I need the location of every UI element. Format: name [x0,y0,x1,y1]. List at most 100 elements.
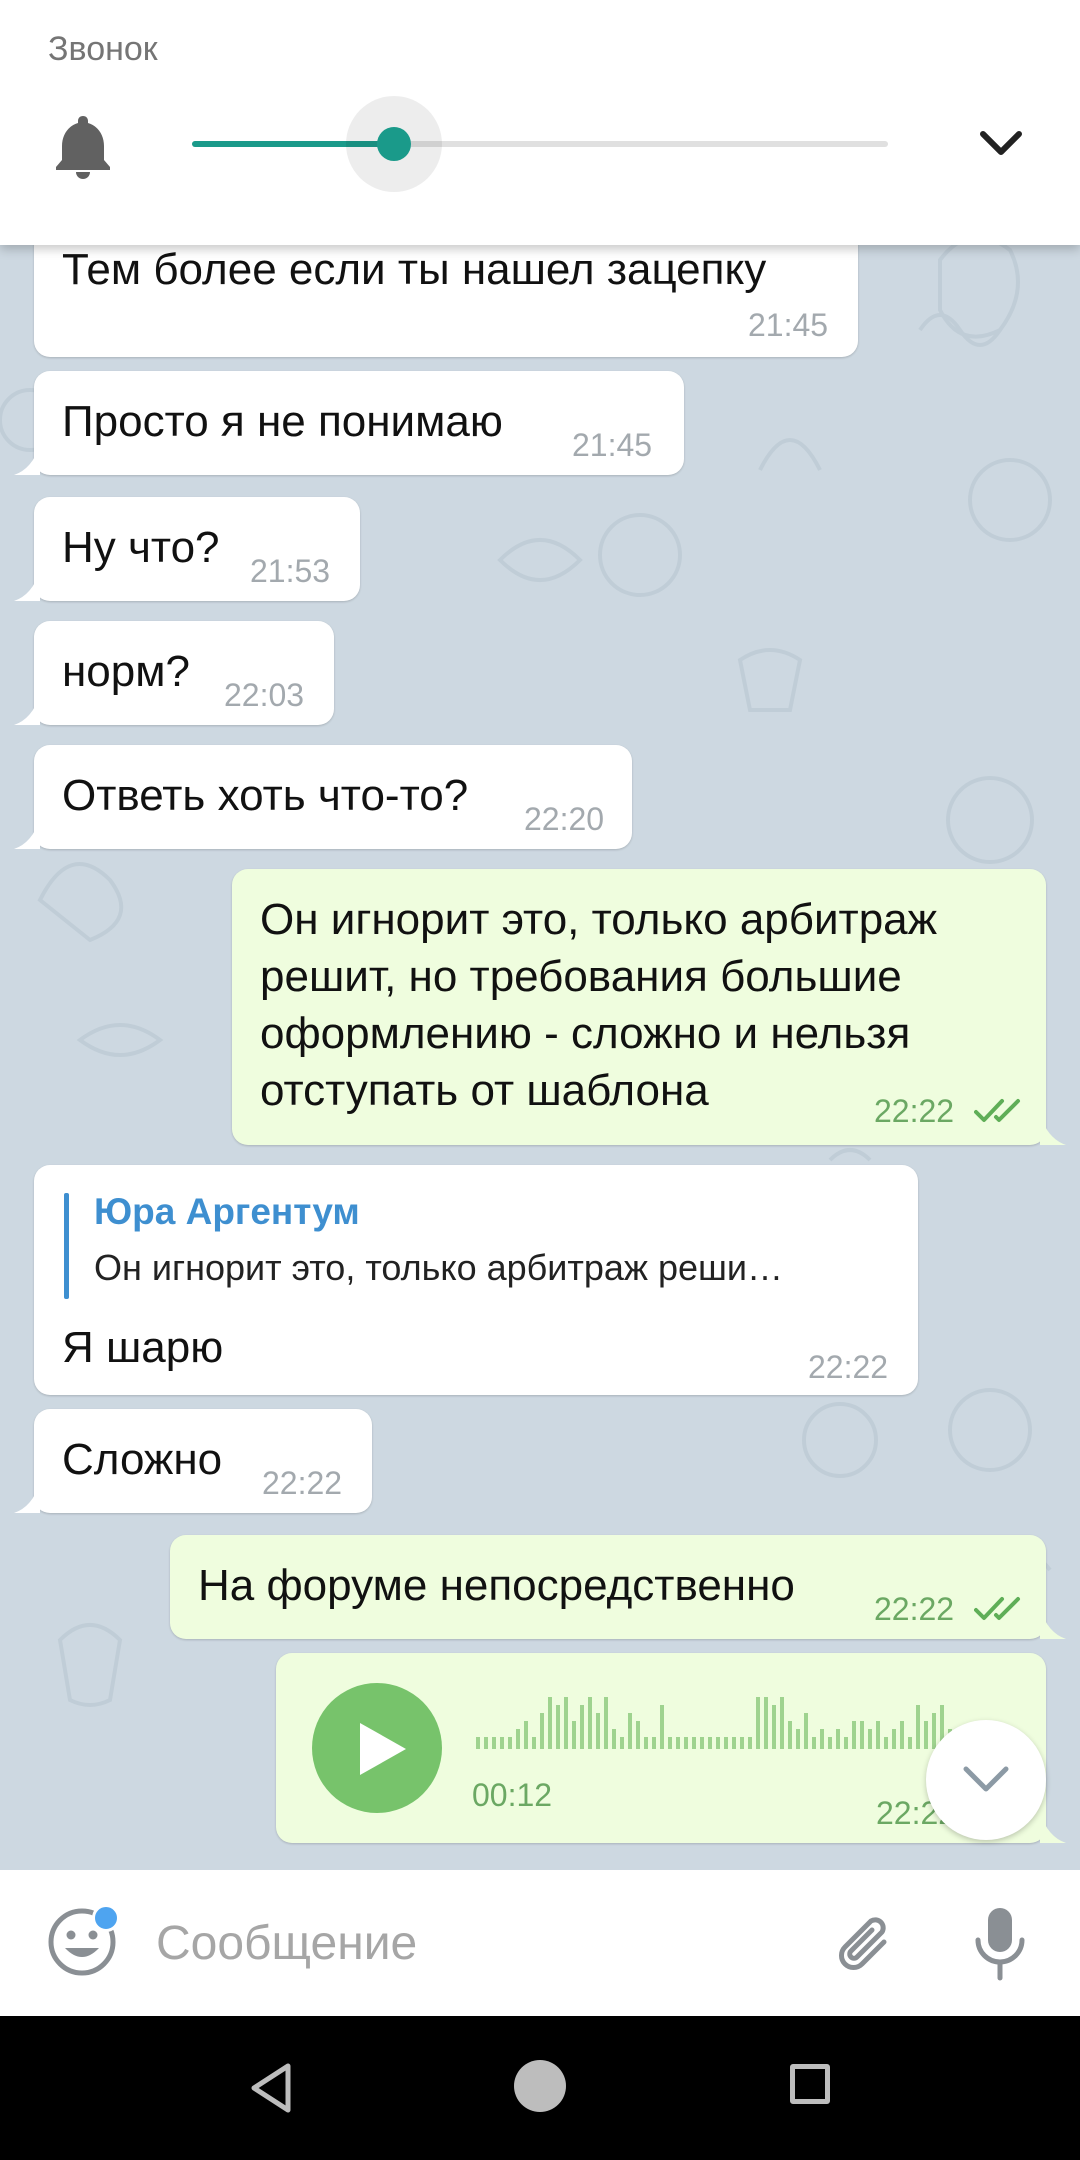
reply-quote-bar [64,1193,69,1299]
waveform-bar [812,1737,816,1749]
message-text-line: отступать от шаблона [260,1066,709,1115]
waveform-bar [732,1737,736,1749]
waveform-bar [524,1721,528,1749]
message-text-line: решит, но требования большие [260,952,902,1001]
play-button[interactable] [312,1683,442,1813]
message-text: Ну что? [62,523,220,572]
message-bubble[interactable]: норм? 22:03 [14,621,334,725]
message-time: 21:53 [250,553,331,589]
notification-dot [92,1904,120,1932]
waveform-bar [484,1737,488,1749]
waveform-bar [548,1697,552,1749]
waveform-bar [676,1737,680,1749]
attach-icon[interactable] [828,1906,898,1982]
nav-home-icon[interactable] [514,2060,566,2112]
waveform-bar [716,1737,720,1749]
message-time: 22:20 [524,801,605,837]
waveform-bar [924,1721,928,1749]
waveform-bar [884,1737,888,1749]
waveform-bar [772,1705,776,1749]
waveform-bar [804,1713,808,1749]
bubble-tail [14,695,40,725]
message-text: Просто я не понимаю [62,397,503,446]
waveform-bar [892,1729,896,1749]
message-time: 22:22 [874,1093,955,1129]
waveform-bar [492,1737,496,1749]
waveform-bar [556,1705,560,1749]
waveform-bar [596,1713,600,1749]
waveform-bar [796,1729,800,1749]
waveform-bar [916,1705,920,1749]
navigation-bar [0,2016,1080,2160]
voice-duration: 00:12 [472,1777,553,1813]
bubble-tail [1040,1813,1066,1843]
volume-panel-title: Звонок [48,30,158,68]
waveform-bar [724,1737,728,1749]
reply-preview[interactable]: Он игнорит это, только арбитраж реши… [94,1247,783,1289]
bubble-tail [1040,1609,1066,1639]
reply-author[interactable]: Юра Аргентум [94,1191,360,1233]
message-bubble-outgoing[interactable]: Он игнорит это, только арбитраж решит, н… [232,869,1066,1145]
scroll-down-button[interactable] [926,1720,1046,1840]
message-time: 22:22 [808,1349,889,1385]
play-icon [360,1723,406,1775]
chevron-down-icon [963,1766,1009,1792]
waveform-bar [876,1721,880,1749]
read-checks-icon [974,1099,1020,1122]
bubble-tail [14,1483,40,1513]
nav-recent-icon[interactable] [790,2064,830,2104]
nav-back-icon[interactable] [244,2060,300,2116]
waveform-bar [636,1721,640,1749]
message-text: Сложно [62,1435,223,1484]
waveform-bar [900,1721,904,1749]
waveform-bar [612,1729,616,1749]
waveform-bar [708,1737,712,1749]
waveform-bar [476,1737,480,1749]
bubble-tail [14,571,40,601]
waveform-bar [604,1697,608,1749]
bubble-tail [1040,1115,1066,1145]
message-bubble[interactable]: Просто я не понимаю 21:45 [14,371,684,475]
message-bubble-outgoing[interactable]: На форуме непосредственно 22:22 [170,1535,1066,1639]
message-time: 22:22 [874,1591,955,1627]
waveform-bar [580,1705,584,1749]
chevron-down-icon[interactable] [978,128,1024,158]
waveform-bar [668,1737,672,1749]
waveform-bar [564,1697,568,1749]
message-input[interactable] [156,1906,776,1980]
message-input-bar [0,1870,1080,2016]
waveform-bar [652,1737,656,1749]
volume-slider-thumb[interactable] [376,127,411,161]
waveform-bar [756,1697,760,1749]
read-checks-icon [974,1597,1020,1620]
message-bubble-reply[interactable]: Юра Аргентум Он игнорит это, только арби… [34,1165,918,1395]
waveform-bar [516,1729,520,1749]
voice-message[interactable]: 00:12 22:22 [276,1653,1066,1843]
waveform-bar [788,1721,792,1749]
message-text: Я шарю [62,1323,224,1372]
message-text-line: Он игнорит это, только арбитраж [260,895,938,944]
message-text: норм? [62,647,190,696]
message-bubble[interactable]: Ну что? 21:53 [14,497,360,601]
message-text: Ответь хоть что-то? [62,771,469,820]
voice-waveform[interactable] [476,1693,996,1749]
waveform-bar [540,1713,544,1749]
waveform-bar [740,1737,744,1749]
message-time: 22:03 [224,677,305,713]
waveform-bar [500,1737,504,1749]
message-time: 21:45 [748,307,829,343]
message-bubble[interactable]: Ответь хоть что-то? 22:20 [14,745,632,849]
volume-panel: Звонок [0,0,1080,245]
message-bubble[interactable]: Сложно 22:22 [14,1409,372,1513]
message-text-line: оформлению - сложно и нельзя [260,1009,911,1058]
bell-icon[interactable] [52,112,114,180]
waveform-bar [684,1737,688,1749]
waveform-bar [932,1713,936,1749]
waveform-bar [844,1737,848,1749]
bubble-tail [14,819,40,849]
waveform-bar [852,1721,856,1749]
waveform-bar [508,1737,512,1749]
mic-icon[interactable] [970,1904,1030,1984]
waveform-bar [660,1705,664,1749]
waveform-bar [780,1697,784,1749]
